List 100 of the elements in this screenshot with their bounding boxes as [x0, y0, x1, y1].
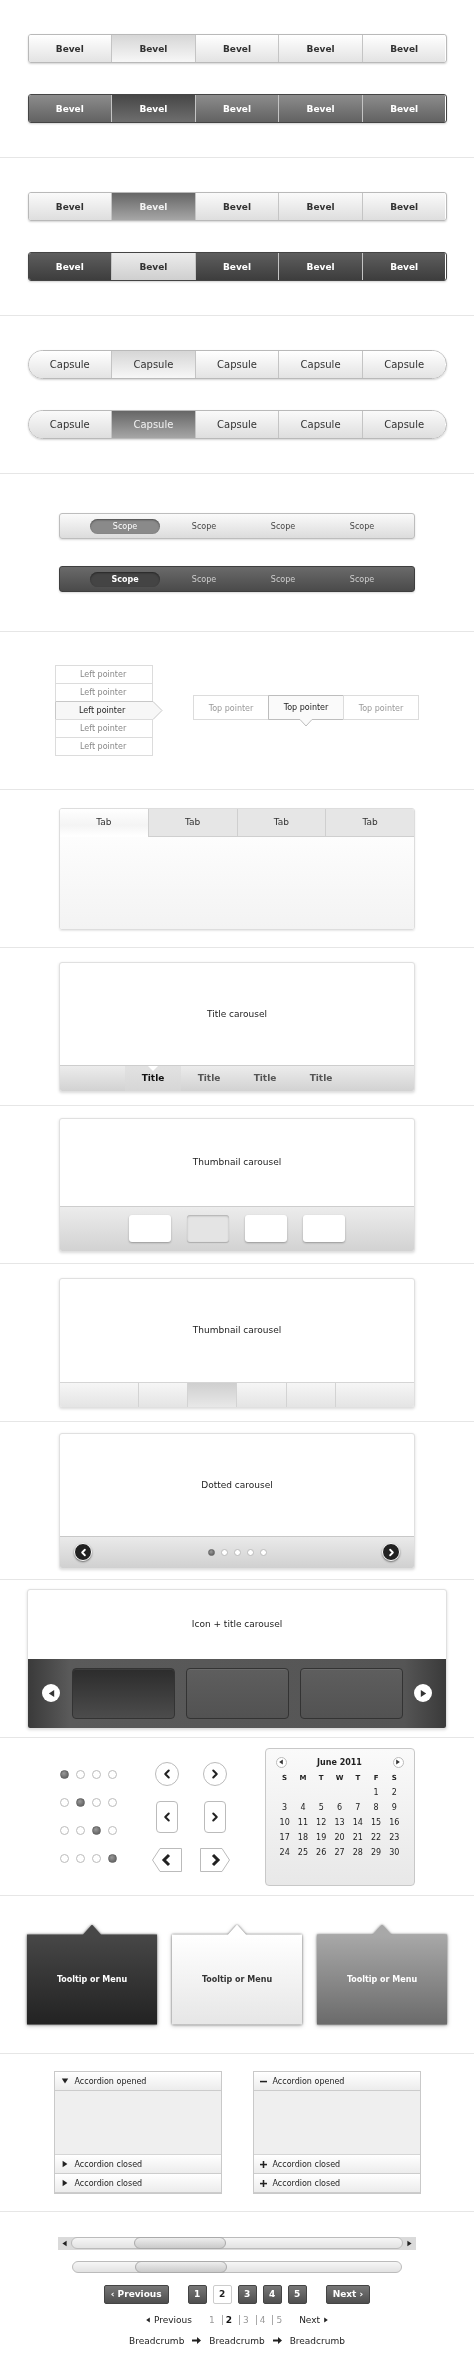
- calendar-day[interactable]: 24: [279, 1847, 290, 1857]
- page-button[interactable]: 1: [187, 2284, 207, 2304]
- calendar-day[interactable]: 6: [336, 1802, 343, 1812]
- accordion-header[interactable]: Accordion closed: [253, 2174, 420, 2193]
- page-dot[interactable]: [107, 1854, 117, 1863]
- thumbnail-slot[interactable]: [285, 1382, 335, 1407]
- calendar-day[interactable]: 22: [370, 1832, 382, 1842]
- calendar-day[interactable]: 16: [389, 1817, 400, 1827]
- segment-button[interactable]: Bevel: [278, 95, 362, 122]
- segment-button[interactable]: Bevel: [194, 253, 279, 280]
- next-link[interactable]: Next: [299, 2314, 330, 2325]
- page-dot[interactable]: [91, 1798, 101, 1807]
- next-button[interactable]: [414, 1684, 432, 1702]
- page-dot[interactable]: [59, 1826, 69, 1835]
- title-tab[interactable]: Title: [293, 1065, 349, 1091]
- page-dot[interactable]: [75, 1826, 85, 1835]
- calendar-day[interactable]: 18: [297, 1832, 308, 1842]
- thumbnail[interactable]: [129, 1215, 171, 1242]
- segment-button[interactable]: Capsule: [194, 411, 279, 438]
- segment-button[interactable]: Capsule: [361, 351, 446, 378]
- next-button[interactable]: [203, 1800, 226, 1833]
- tab[interactable]: Tab: [60, 808, 148, 837]
- calendar-day[interactable]: 15: [370, 1817, 382, 1827]
- calendar-day[interactable]: 29: [370, 1847, 382, 1857]
- calendar-day[interactable]: 17: [279, 1832, 290, 1842]
- page-dot[interactable]: [91, 1854, 101, 1863]
- previous-button[interactable]: [42, 1684, 60, 1702]
- page-dot[interactable]: [75, 1854, 85, 1863]
- previous-button[interactable]: ‹ Previous: [103, 2284, 169, 2304]
- page-button[interactable]: 2: [212, 2284, 232, 2304]
- segment-button[interactable]: Capsule: [111, 351, 195, 378]
- segment-button[interactable]: Bevel: [111, 95, 195, 122]
- accordion-header[interactable]: Accordion closed: [54, 2155, 221, 2174]
- carousel-tile[interactable]: [185, 1667, 289, 1719]
- page-dot[interactable]: [220, 1548, 228, 1556]
- thumbnail-slot[interactable]: [236, 1382, 286, 1407]
- calendar-day[interactable]: 7: [355, 1802, 361, 1812]
- page-dot[interactable]: [91, 1770, 101, 1779]
- next-month-button[interactable]: [392, 1756, 404, 1768]
- calendar-day[interactable]: 2: [391, 1787, 397, 1797]
- thumbnail-slot[interactable]: [334, 1382, 414, 1407]
- calendar-day[interactable]: 23: [389, 1832, 400, 1842]
- thumbnail-slot[interactable]: [138, 1382, 188, 1407]
- segment-button[interactable]: Capsule: [278, 411, 362, 438]
- previous-link[interactable]: Previous: [144, 2314, 192, 2325]
- tab[interactable]: Tab: [236, 808, 326, 837]
- calendar-day[interactable]: 8: [373, 1802, 379, 1812]
- segment-button[interactable]: Bevel: [361, 35, 446, 62]
- page-dot[interactable]: [75, 1798, 85, 1807]
- left-pointer-item[interactable]: Left pointer: [55, 700, 163, 720]
- segment-button[interactable]: Bevel: [28, 193, 112, 220]
- segment-button[interactable]: Bevel: [111, 253, 195, 280]
- scope-button[interactable]: Scope: [327, 518, 397, 534]
- calendar-day[interactable]: 28: [352, 1847, 363, 1857]
- next-button[interactable]: [199, 1847, 230, 1872]
- segment-button[interactable]: Bevel: [278, 193, 362, 220]
- scope-button[interactable]: Scope: [327, 571, 397, 587]
- accordion-header[interactable]: Accordion opened: [253, 2072, 420, 2091]
- breadcrumb-link[interactable]: Breadcrumb: [209, 2335, 265, 2346]
- accordion-header[interactable]: Accordion closed: [253, 2155, 420, 2174]
- carousel-tile[interactable]: [299, 1667, 403, 1719]
- thumbnail[interactable]: [245, 1215, 287, 1242]
- accordion-header[interactable]: Accordion opened: [54, 2072, 221, 2091]
- left-pointer-item[interactable]: Left pointer: [55, 664, 153, 684]
- breadcrumb-link[interactable]: Breadcrumb: [129, 2335, 185, 2346]
- calendar-day[interactable]: 10: [279, 1817, 290, 1827]
- segment-button[interactable]: Capsule: [194, 351, 279, 378]
- page-dot[interactable]: [59, 1854, 69, 1863]
- segment-button[interactable]: Bevel: [194, 35, 279, 62]
- segment-button[interactable]: Capsule: [28, 411, 112, 438]
- page-dot[interactable]: [75, 1770, 85, 1779]
- next-button[interactable]: Next ›: [325, 2284, 371, 2304]
- previous-button[interactable]: [154, 1761, 179, 1786]
- title-tab[interactable]: Title: [237, 1065, 293, 1091]
- calendar-day[interactable]: 11: [297, 1817, 308, 1827]
- calendar-day[interactable]: 14: [352, 1817, 363, 1827]
- page-button[interactable]: 4: [262, 2284, 282, 2304]
- previous-button[interactable]: [155, 1800, 178, 1833]
- segment-button[interactable]: Bevel: [28, 95, 112, 122]
- page-button[interactable]: 5: [287, 2284, 307, 2304]
- segment-button[interactable]: Bevel: [194, 95, 279, 122]
- segment-button[interactable]: Bevel: [28, 35, 112, 62]
- previous-button[interactable]: [151, 1847, 182, 1872]
- accordion-header[interactable]: Accordion closed: [54, 2174, 221, 2193]
- page-dot[interactable]: [107, 1826, 117, 1835]
- page-dot[interactable]: [59, 1770, 69, 1779]
- segment-button[interactable]: Bevel: [278, 253, 362, 280]
- calendar-day[interactable]: 1: [373, 1787, 379, 1797]
- calendar-day[interactable]: 21: [352, 1832, 363, 1842]
- next-button[interactable]: [202, 1761, 227, 1786]
- segment-button[interactable]: Capsule: [361, 411, 446, 438]
- scrollbar-thumb[interactable]: [135, 2261, 227, 2273]
- segment-button[interactable]: Bevel: [361, 253, 446, 280]
- page-dot[interactable]: [233, 1548, 241, 1556]
- scope-button[interactable]: Scope: [169, 571, 239, 587]
- scope-button[interactable]: Scope: [169, 518, 239, 534]
- scope-button[interactable]: Scope: [248, 518, 318, 534]
- page-dot[interactable]: [207, 1548, 215, 1556]
- thumbnail[interactable]: [303, 1215, 345, 1242]
- calendar-day[interactable]: 5: [318, 1802, 324, 1812]
